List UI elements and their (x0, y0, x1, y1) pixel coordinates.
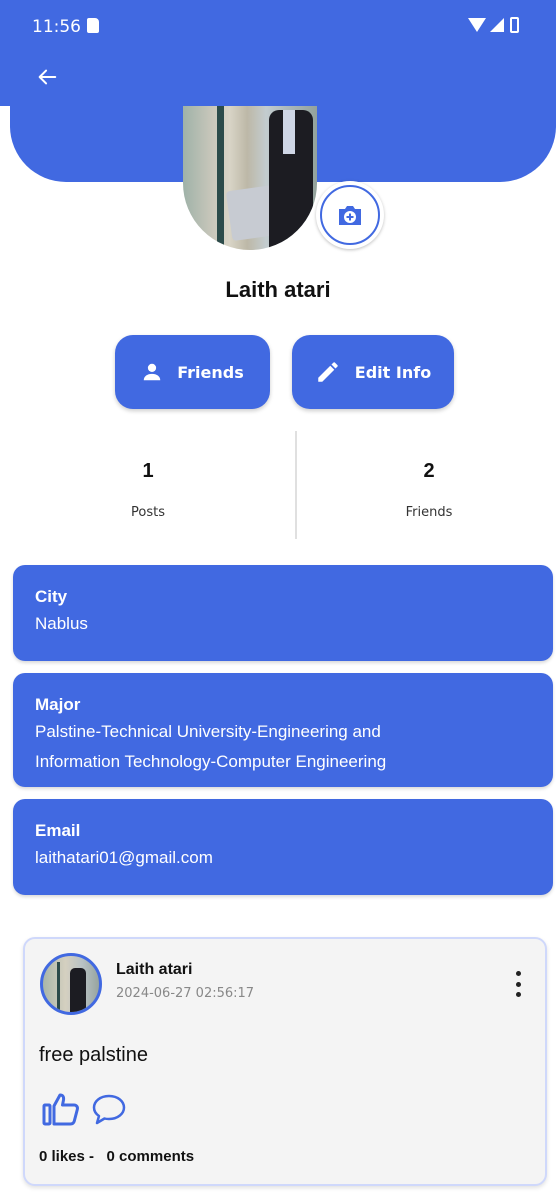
post-author-name[interactable]: Laith atari (116, 961, 192, 979)
email-title: Email (35, 821, 81, 840)
pencil-icon (318, 362, 338, 382)
more-vert-icon (515, 971, 521, 976)
email-card: Email laithatari01@gmail.com (13, 799, 553, 895)
profile-name: Laith atari (225, 277, 331, 302)
posts-stat: 1 Posts (58, 460, 238, 520)
post-stats: 0 likes - 0 comments (39, 1148, 195, 1165)
city-card: City Nablus (13, 565, 553, 661)
signal-icon (490, 18, 504, 32)
back-button[interactable] (30, 60, 64, 94)
posts-count: 1 (142, 460, 154, 482)
edit-info-button-label: Edit Info (354, 362, 432, 382)
status-time: 11:56 (32, 17, 81, 37)
city-title: City (35, 587, 68, 606)
back-arrow-icon (38, 69, 57, 85)
app-bar (0, 48, 556, 106)
thumb-up-icon (42, 1093, 79, 1126)
major-value-line1: Palstine-Technical University-Engineerin… (35, 722, 381, 741)
post-timestamp: 2024-06-27 02:56:17 (116, 986, 255, 1001)
major-title: Major (35, 695, 81, 714)
friends-count: 2 (423, 460, 435, 482)
friends-button-label: Friends (177, 362, 244, 382)
battery-icon (510, 17, 519, 33)
major-card: Major Palstine-Technical University-Engi… (13, 673, 553, 787)
sd-card-icon (87, 18, 99, 33)
friends-label: Friends (405, 505, 453, 520)
posts-label: Posts (131, 505, 165, 520)
post-card: Laith atari 2024-06-27 02:56:17 free pal… (23, 937, 547, 1186)
friends-button[interactable]: Friends (115, 335, 270, 409)
major-value-line2: Information Technology-Computer Engineer… (35, 752, 387, 771)
city-value: Nablus (35, 614, 88, 633)
comment-icon (92, 1094, 126, 1125)
edit-info-button[interactable]: Edit Info (292, 335, 454, 409)
email-value: laithatari01@gmail.com (35, 848, 213, 867)
friends-stat: 2 Friends (339, 460, 519, 520)
stats-divider (295, 431, 297, 539)
post-more-button[interactable] (513, 971, 523, 997)
wifi-icon (468, 18, 486, 32)
change-photo-button[interactable] (316, 181, 384, 249)
post-author-avatar[interactable] (40, 953, 102, 1015)
status-icons (468, 16, 530, 34)
comment-button[interactable] (91, 1093, 127, 1125)
camera-plus-icon (339, 206, 361, 225)
person-icon (144, 363, 161, 381)
like-button[interactable] (41, 1091, 81, 1127)
post-text: free palstine (39, 1044, 148, 1066)
status-bar: 11:56 (0, 0, 556, 48)
